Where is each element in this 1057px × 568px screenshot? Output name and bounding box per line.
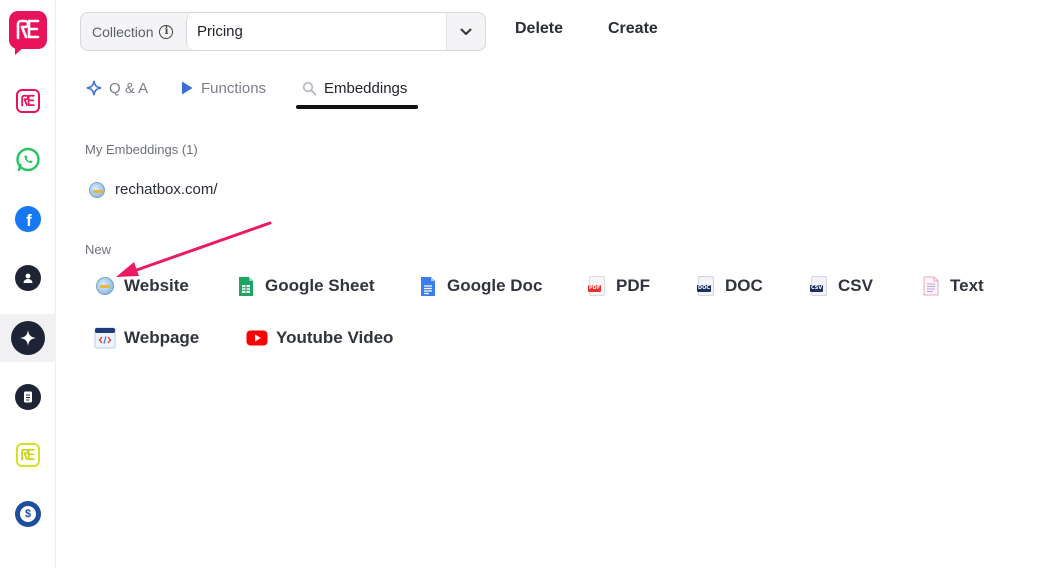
chevron-down-icon [460, 28, 472, 35]
tab-functions[interactable]: Functions [180, 76, 266, 100]
new-google-doc-button[interactable]: Google Doc [417, 275, 542, 297]
tab-embeddings-label: Embeddings [324, 79, 408, 97]
new-google-doc-label: Google Doc [447, 276, 543, 295]
sidebar-item-whatsapp[interactable] [0, 136, 56, 184]
sparkle-icon [11, 321, 45, 355]
new-csv-button[interactable]: CSV CSV [808, 275, 873, 297]
new-youtube-video-button[interactable]: Youtube Video [246, 327, 393, 349]
google-sheet-icon [239, 276, 253, 296]
sidebar-item-billing[interactable]: $ [0, 490, 56, 538]
delete-button[interactable]: Delete [515, 20, 563, 38]
sparkle-icon [86, 80, 102, 96]
sidebar-item-notes[interactable] [0, 373, 56, 421]
app-logo[interactable] [9, 11, 47, 55]
contact-icon [15, 265, 41, 291]
new-text-label: Text [950, 276, 984, 295]
create-button[interactable]: Create [608, 20, 658, 38]
new-doc-label: DOC [725, 276, 763, 295]
new-pdf-label: PDF [616, 276, 650, 295]
facebook-icon: f [15, 206, 41, 232]
doc-file-icon: DOC [697, 276, 714, 296]
rechatbox-alt-logo-icon [16, 443, 40, 467]
collection-label-group: Collection i [81, 13, 187, 50]
youtube-icon [246, 330, 268, 346]
sidebar-item-facebook[interactable]: f [0, 195, 56, 243]
new-youtube-video-label: Youtube Video [276, 328, 394, 347]
active-tab-indicator [296, 105, 418, 109]
document-icon [15, 384, 41, 410]
collection-dropdown-toggle[interactable] [446, 13, 485, 50]
new-website-label: Website [124, 276, 189, 295]
search-icon [302, 81, 317, 95]
new-heading: New [85, 242, 112, 257]
new-doc-button[interactable]: DOC DOC [695, 275, 763, 297]
rechatbox-logo-icon [16, 89, 40, 113]
new-text-button[interactable]: Text [920, 275, 984, 297]
collection-selector: Collection i Pricing [80, 12, 486, 51]
info-icon[interactable]: i [159, 24, 174, 39]
google-doc-icon [421, 276, 435, 296]
collection-dropdown[interactable]: Pricing [186, 13, 446, 50]
sidebar-item-contacts[interactable] [0, 254, 56, 302]
tab-qa-label: Q & A [109, 79, 149, 97]
dollar-icon: $ [15, 501, 41, 527]
tab-functions-label: Functions [201, 79, 267, 97]
sidebar: f $ [0, 0, 56, 568]
webpage-code-icon [94, 327, 116, 349]
globe-icon [89, 181, 105, 198]
new-google-sheet-label: Google Sheet [265, 276, 375, 295]
new-csv-label: CSV [838, 276, 873, 295]
new-website-button[interactable]: Website [94, 275, 189, 297]
sidebar-item-rechatbox[interactable] [0, 77, 56, 125]
play-icon [182, 81, 193, 95]
whatsapp-icon [16, 147, 40, 172]
pdf-file-icon: PDF [588, 276, 605, 296]
collection-label: Collection [92, 23, 154, 40]
collection-value: Pricing [197, 23, 243, 40]
new-pdf-button[interactable]: PDF PDF [586, 275, 650, 297]
tab-qa[interactable]: Q & A [86, 76, 148, 100]
globe-icon [96, 277, 114, 295]
csv-file-icon: CSV [810, 276, 827, 296]
new-webpage-label: Webpage [124, 328, 200, 347]
tab-embeddings[interactable]: Embeddings [302, 76, 407, 100]
sidebar-item-ai[interactable] [0, 314, 56, 362]
embedding-item[interactable]: rechatbox.com/ [89, 181, 218, 198]
new-webpage-button[interactable]: Webpage [94, 327, 199, 349]
embedding-item-label: rechatbox.com/ [115, 181, 218, 198]
sidebar-item-rechatbox-alt[interactable] [0, 431, 56, 479]
new-google-sheet-button[interactable]: Google Sheet [235, 275, 375, 297]
my-embeddings-heading: My Embeddings (1) [85, 142, 198, 157]
text-file-icon [923, 276, 939, 296]
rechatbox-logo-icon [16, 19, 40, 40]
